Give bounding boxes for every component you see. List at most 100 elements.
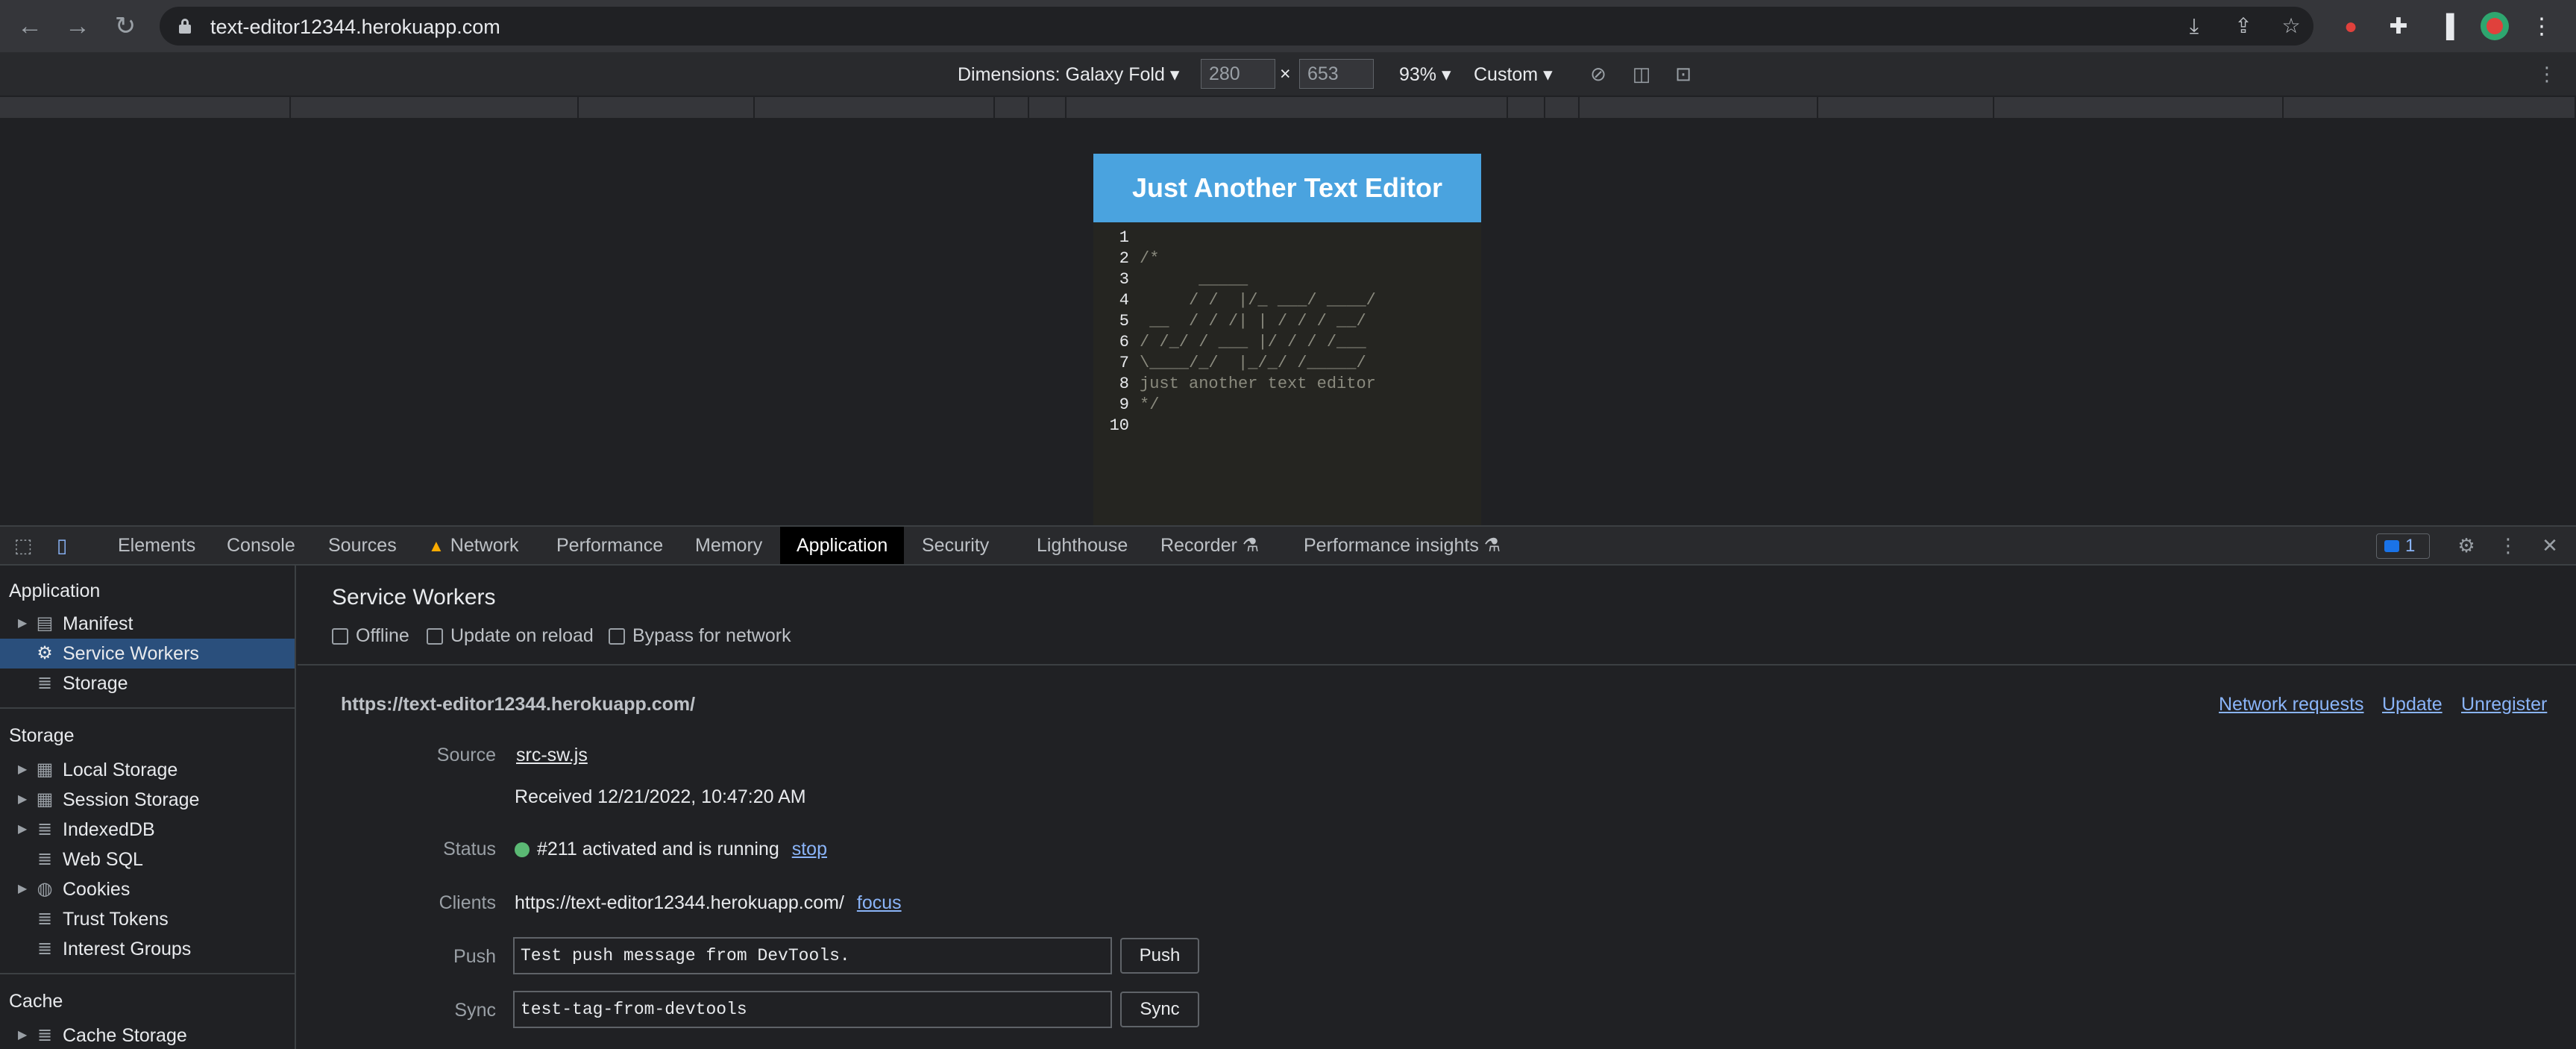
issues-badge[interactable]: 1 [2376,533,2430,559]
sidebar-item-indexeddb[interactable]: ▶ ≣ IndexedDB [0,815,295,845]
device-options-icon[interactable]: ⋮ [2534,61,2560,87]
database-icon: ≣ [37,849,53,869]
focus-link[interactable]: focus [857,892,902,913]
push-button[interactable]: Push [1120,938,1199,974]
lock-icon[interactable] [179,19,191,34]
device-toggle-icon[interactable]: ▯ [49,533,75,558]
sidebar-item-trust-tokens[interactable]: ≣ Trust Tokens [0,904,295,934]
update-link[interactable]: Update [2382,694,2443,715]
sidebar-item-service-workers[interactable]: ⚙ Service Workers [0,639,295,668]
sidebar-item-cookies[interactable]: ▶ ◍ Cookies [0,874,295,904]
ruler-segment[interactable] [0,97,291,118]
ruler-segment[interactable] [1994,97,2284,118]
sidebar-item-manifest[interactable]: ▶ ▤ Manifest [0,609,295,639]
forward-arrow-icon[interactable]: → [61,10,94,43]
tab-sources[interactable]: Sources [312,527,413,564]
address-bar[interactable]: text-editor12344.herokuapp.com ⤓ ⇪ ☆ [160,7,2313,46]
width-input[interactable]: 280 [1201,59,1275,89]
emulated-page: Just Another Text Editor 1 2 /* 3 _____ 4… [1093,154,1481,525]
throttle-dropdown[interactable]: Custom ▾ [1474,63,1553,86]
dual-screen-icon[interactable]: ◫ [1629,61,1654,87]
source-file-link[interactable]: src-sw.js [516,745,588,766]
line-text: / /_/ / ___ |/ / / /___ [1140,333,1366,351]
line-text: /* [1140,249,1160,268]
sync-tag-input[interactable]: test-tag-from-devtools [513,991,1112,1028]
app-title: Just Another Text Editor [1093,154,1481,222]
expand-arrow-icon[interactable]: ▶ [18,785,27,815]
tab-performance-insights[interactable]: Performance insights ⚗ [1287,527,1517,564]
sidebar-divider [0,973,295,974]
ruler-segment[interactable] [1066,97,1508,118]
bookmark-star-icon[interactable]: ☆ [2278,13,2305,40]
code-editor[interactable]: 1 2 /* 3 _____ 4 / / |/_ ___/ ____/ 5 __ … [1093,222,1481,525]
extensions-puzzle-icon[interactable]: ✚ [2382,10,2415,43]
sidebar-item-cache-storage[interactable]: ▶ ≣ Cache Storage [0,1021,295,1049]
checkbox-box[interactable] [427,628,443,645]
ruler-segment[interactable] [1580,97,1818,118]
zoom-label: 93% [1399,64,1437,85]
sidebar-divider [0,707,295,709]
rotate-icon[interactable]: ⊘ [1586,61,1611,87]
expand-arrow-icon[interactable]: ▶ [18,815,27,845]
ruler-segment[interactable] [291,97,579,118]
sync-button[interactable]: Sync [1120,992,1199,1027]
capture-icon[interactable]: ⊡ [1671,61,1696,87]
inspect-element-icon[interactable]: ⬚ [10,533,36,558]
settings-gear-icon[interactable]: ⚙ [2454,533,2479,558]
url-text[interactable]: text-editor12344.herokuapp.com [210,16,500,39]
close-devtools-icon[interactable]: ✕ [2537,533,2563,558]
ruler-segment[interactable] [1818,97,1994,118]
push-message-input[interactable]: Test push message from DevTools. [513,937,1112,974]
install-app-icon[interactable]: ⤓ [2181,13,2208,40]
line-text: __ / / /| | / / / __/ [1140,312,1366,331]
dimensions-dropdown[interactable]: Dimensions: Galaxy Fold ▾ [958,63,1179,86]
status-label: Status [443,839,496,859]
expand-arrow-icon[interactable]: ▶ [18,874,27,904]
tab-security[interactable]: Security [905,527,1005,564]
sidebar-item-interest-groups[interactable]: ≣ Interest Groups [0,934,295,964]
back-arrow-icon[interactable]: ← [13,10,46,43]
tab-lighthouse[interactable]: Lighthouse [1020,527,1144,564]
checkbox-box[interactable] [332,628,348,645]
ruler-segment[interactable] [2284,97,2576,118]
height-input[interactable]: 653 [1299,59,1374,89]
tab-memory[interactable]: Memory [679,527,779,564]
extension-record-icon[interactable]: ● [2334,10,2367,43]
expand-arrow-icon[interactable]: ▶ [18,609,27,639]
tab-application[interactable]: Application [780,527,905,564]
stop-link[interactable]: stop [792,839,827,859]
tab-elements[interactable]: Elements [101,527,212,564]
menu-kebab-icon[interactable]: ⋮ [2525,10,2558,43]
sidebar-item-local-storage[interactable]: ▶ ▦ Local Storage [0,755,295,785]
bypass-for-network-checkbox[interactable]: Bypass for network [609,625,791,647]
checkbox-box[interactable] [609,628,625,645]
ruler-segment[interactable] [1508,97,1545,118]
sidebar-item-label: Storage [63,673,128,694]
ruler-segment[interactable] [1545,97,1580,118]
devtools-menu-icon[interactable]: ⋮ [2495,533,2521,558]
offline-checkbox[interactable]: Offline [332,625,409,647]
application-sidebar: Application ▶ ▤ Manifest ⚙ Service Worke… [0,566,296,1049]
expand-arrow-icon[interactable]: ▶ [18,755,27,785]
ruler-segment[interactable] [755,97,995,118]
expand-arrow-icon[interactable]: ▶ [18,1021,27,1049]
share-icon[interactable]: ⇪ [2230,13,2257,40]
sidebar-item-web-sql[interactable]: ≣ Web SQL [0,845,295,874]
tab-recorder[interactable]: Recorder ⚗ [1144,527,1275,564]
ruler-segment[interactable] [579,97,755,118]
reload-icon[interactable]: ↻ [109,10,142,43]
sidebar-item-session-storage[interactable]: ▶ ▦ Session Storage [0,785,295,815]
network-requests-link[interactable]: Network requests [2219,694,2364,715]
side-panel-icon[interactable]: ▐ [2430,10,2463,43]
ruler-segment[interactable] [995,97,1029,118]
tab-console[interactable]: Console [210,527,312,564]
ruler-segment[interactable] [1029,97,1066,118]
tab-performance[interactable]: Performance [540,527,679,564]
update-on-reload-checkbox[interactable]: Update on reload [427,625,594,647]
zoom-dropdown[interactable]: 93% ▾ [1399,63,1451,86]
sidebar-item-label: Web SQL [63,849,143,870]
profile-avatar[interactable] [2481,12,2509,40]
unregister-link[interactable]: Unregister [2461,694,2547,715]
tab-network[interactable]: ▲ Network [412,527,535,564]
sidebar-item-storage[interactable]: ≣ Storage [0,668,295,698]
